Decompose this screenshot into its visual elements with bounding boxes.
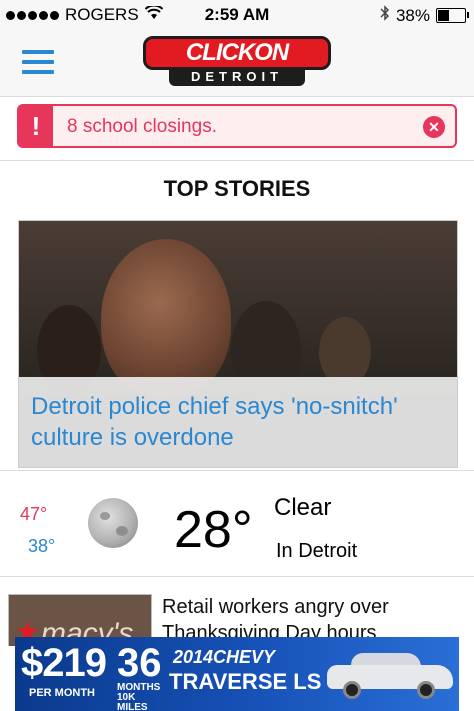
- bluetooth-icon: [380, 5, 390, 26]
- ad-months-sub: MONTHS 10K MILES: [117, 682, 161, 711]
- hamburger-menu-icon[interactable]: [22, 50, 54, 74]
- weather-condition: Clear: [274, 494, 332, 521]
- ad-year-make: 2014CHEVY: [173, 647, 276, 667]
- low-temp: 38°: [28, 536, 56, 556]
- car-image: [327, 651, 453, 699]
- battery-icon: [436, 8, 469, 23]
- alert-text[interactable]: 8 school closings.: [67, 116, 217, 138]
- divider: [0, 470, 474, 471]
- divider: [0, 160, 474, 161]
- high-temp: 47°: [20, 504, 48, 524]
- logo-bottom: DETROIT: [169, 68, 305, 86]
- hero-headline[interactable]: Detroit police chief says 'no-snitch' cu…: [31, 391, 445, 453]
- ad-price: $219: [21, 641, 107, 685]
- chevy-ad-banner[interactable]: $219 PER MONTH 36 MONTHS 10K MILES 2014C…: [15, 637, 459, 711]
- school-closings-alert[interactable]: ! 8 school closings. ✕: [17, 104, 457, 148]
- ad-months: 36: [117, 641, 162, 685]
- ad-model: TRAVERSE LS: [169, 669, 322, 694]
- status-bar: ROGERS 2:59 AM 38%: [0, 0, 474, 30]
- current-temp: 28°: [174, 501, 253, 559]
- alert-icon: !: [19, 106, 53, 146]
- ad-price-sub: PER MONTH: [29, 687, 95, 699]
- weather-widget[interactable]: 47° 38° 28° Clear In Detroit: [0, 486, 474, 570]
- moon-icon: [88, 498, 138, 548]
- weather-location: In Detroit: [276, 540, 358, 562]
- logo-top: CLICKON: [143, 36, 331, 70]
- section-title: TOP STORIES: [163, 176, 311, 201]
- divider: [0, 576, 474, 577]
- hero-story[interactable]: Detroit police chief says 'no-snitch' cu…: [18, 220, 458, 468]
- app-header: CLICKON DETROIT: [0, 30, 474, 97]
- close-icon[interactable]: ✕: [423, 116, 445, 138]
- battery-percent: 38%: [395, 5, 430, 25]
- clickondetroit-logo[interactable]: CLICKON DETROIT: [143, 36, 331, 88]
